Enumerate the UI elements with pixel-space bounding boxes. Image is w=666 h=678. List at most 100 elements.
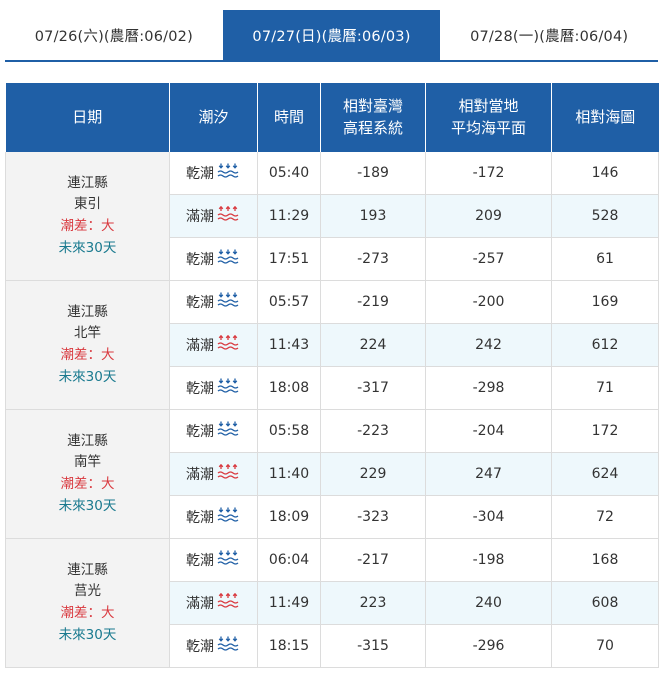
msl-cell: -198 — [425, 538, 552, 582]
future-30-days-link[interactable]: 未來30天 — [6, 367, 169, 389]
future-30-days-link[interactable]: 未來30天 — [6, 238, 169, 260]
twvd-cell: 223 — [320, 581, 426, 625]
time-cell: 11:40 — [257, 452, 321, 496]
tab-0728[interactable]: 07/28(一)(農曆:06/04) — [440, 10, 658, 60]
tide-cell: 乾潮 — [169, 409, 258, 453]
chart-datum-cell: 624 — [551, 452, 659, 496]
low-tide-icon — [217, 636, 239, 656]
tab-0727[interactable]: 07/27(日)(農曆:06/03) — [222, 10, 441, 60]
time-cell: 06:04 — [257, 538, 321, 582]
tide-cell: 乾潮 — [169, 152, 258, 195]
tide-cell: 滿潮 — [169, 323, 258, 367]
table-row: 連江縣 莒光 潮差：大 未來30天 乾潮 06:04 -217 -198 168 — [5, 538, 659, 668]
chart-datum-cell: 612 — [551, 323, 659, 367]
low-tide-icon — [217, 550, 239, 570]
tide-label: 滿潮 — [186, 467, 214, 483]
chart-datum-cell: 528 — [551, 194, 659, 238]
time-cell: 18:15 — [257, 624, 321, 668]
chart-datum-cell: 608 — [551, 581, 659, 625]
time-cell: 17:51 — [257, 237, 321, 281]
twvd-cell: 224 — [320, 323, 426, 367]
tide-cell: 乾潮 — [169, 538, 258, 582]
station-cell: 連江縣 北竿 潮差：大 未來30天 — [5, 280, 170, 410]
tide-cell: 乾潮 — [169, 366, 258, 410]
tide-label: 滿潮 — [186, 209, 214, 225]
tide-label: 乾潮 — [186, 639, 214, 655]
time-cell: 11:43 — [257, 323, 321, 367]
twvd-cell: -323 — [320, 495, 426, 539]
twvd-cell: -273 — [320, 237, 426, 281]
tide-cell: 乾潮 — [169, 624, 258, 668]
table-row: 連江縣 東引 潮差：大 未來30天 乾潮 05:40 -189 -172 146 — [5, 152, 659, 281]
chart-datum-cell: 146 — [551, 152, 659, 195]
chart-datum-cell: 61 — [551, 237, 659, 281]
header-twvd-line1: 相對臺灣 — [342, 96, 403, 115]
chart-datum-cell: 72 — [551, 495, 659, 539]
table-header-row: 日期 潮汐 時間 相對臺灣 高程系統 相對當地 平均海平面 相對海圖 — [5, 83, 659, 152]
tide-label: 滿潮 — [186, 596, 214, 612]
station-name: 北竿 — [74, 325, 101, 342]
twvd-cell: 229 — [320, 452, 426, 496]
chart-datum-cell: 172 — [551, 409, 659, 453]
date-tabs: 07/26(六)(農曆:06/02) 07/27(日)(農曆:06/03) 07… — [5, 10, 658, 62]
station-cell: 連江縣 東引 潮差：大 未來30天 — [5, 152, 170, 281]
msl-cell: 209 — [425, 194, 552, 238]
tide-label: 乾潮 — [186, 381, 214, 397]
tide-label: 乾潮 — [186, 166, 214, 182]
low-tide-icon — [217, 378, 239, 398]
low-tide-icon — [217, 292, 239, 312]
tab-0726[interactable]: 07/26(六)(農曆:06/02) — [5, 10, 223, 60]
low-tide-icon — [217, 249, 239, 269]
tide-table: 日期 潮汐 時間 相對臺灣 高程系統 相對當地 平均海平面 相對海圖 連江縣 東引 潮差… — [5, 83, 659, 668]
tide-range-label: 潮差：大 — [60, 218, 115, 234]
header-twvd: 相對臺灣 高程系統 — [320, 83, 426, 152]
future-30-days-link[interactable]: 未來30天 — [6, 496, 169, 518]
high-tide-icon — [217, 205, 239, 226]
chart-datum-cell: 169 — [551, 280, 659, 324]
header-chart: 相對海圖 — [551, 83, 659, 152]
tide-cell: 滿潮 — [169, 581, 258, 625]
tide-label: 乾潮 — [186, 510, 214, 526]
header-msl-line1: 相對當地 — [458, 96, 519, 115]
tide-cell: 乾潮 — [169, 495, 258, 539]
chart-datum-cell: 71 — [551, 366, 659, 410]
tide-cell: 滿潮 — [169, 194, 258, 238]
msl-cell: -296 — [425, 624, 552, 668]
station-county: 連江縣 — [67, 432, 108, 449]
header-msl-line2: 平均海平面 — [450, 118, 526, 137]
header-msl: 相對當地 平均海平面 — [425, 83, 552, 152]
time-cell: 05:57 — [257, 280, 321, 324]
chart-datum-cell: 70 — [551, 624, 659, 668]
twvd-cell: -223 — [320, 409, 426, 453]
tide-cell: 滿潮 — [169, 452, 258, 496]
header-tide: 潮汐 — [169, 83, 258, 152]
tide-cell: 乾潮 — [169, 237, 258, 281]
table-row: 連江縣 南竿 潮差：大 未來30天 乾潮 05:58 -223 -204 172 — [5, 409, 659, 539]
future-30-days-link[interactable]: 未來30天 — [6, 625, 169, 647]
chart-datum-cell: 168 — [551, 538, 659, 582]
tide-cell: 乾潮 — [169, 280, 258, 324]
time-cell: 18:09 — [257, 495, 321, 539]
msl-cell: -200 — [425, 280, 552, 324]
twvd-cell: -317 — [320, 366, 426, 410]
table-body: 連江縣 東引 潮差：大 未來30天 乾潮 05:40 -189 -172 146 滿潮 11:29 1… — [5, 152, 659, 668]
msl-cell: -257 — [425, 237, 552, 281]
tide-range-label: 潮差：大 — [60, 476, 115, 492]
tide-range-label: 潮差：大 — [60, 347, 115, 363]
time-cell: 11:29 — [257, 194, 321, 238]
tide-label: 滿潮 — [186, 338, 214, 354]
header-time: 時間 — [257, 83, 321, 152]
low-tide-icon — [217, 421, 239, 441]
msl-cell: -298 — [425, 366, 552, 410]
msl-cell: -204 — [425, 409, 552, 453]
tide-label: 乾潮 — [186, 252, 214, 268]
msl-cell: 247 — [425, 452, 552, 496]
twvd-cell: 193 — [320, 194, 426, 238]
tide-label: 乾潮 — [186, 553, 214, 569]
header-twvd-line2: 高程系統 — [342, 118, 403, 137]
high-tide-icon — [217, 592, 239, 613]
station-cell: 連江縣 南竿 潮差：大 未來30天 — [5, 409, 170, 539]
time-cell: 05:58 — [257, 409, 321, 453]
high-tide-icon — [217, 463, 239, 484]
tide-label: 乾潮 — [186, 295, 214, 311]
